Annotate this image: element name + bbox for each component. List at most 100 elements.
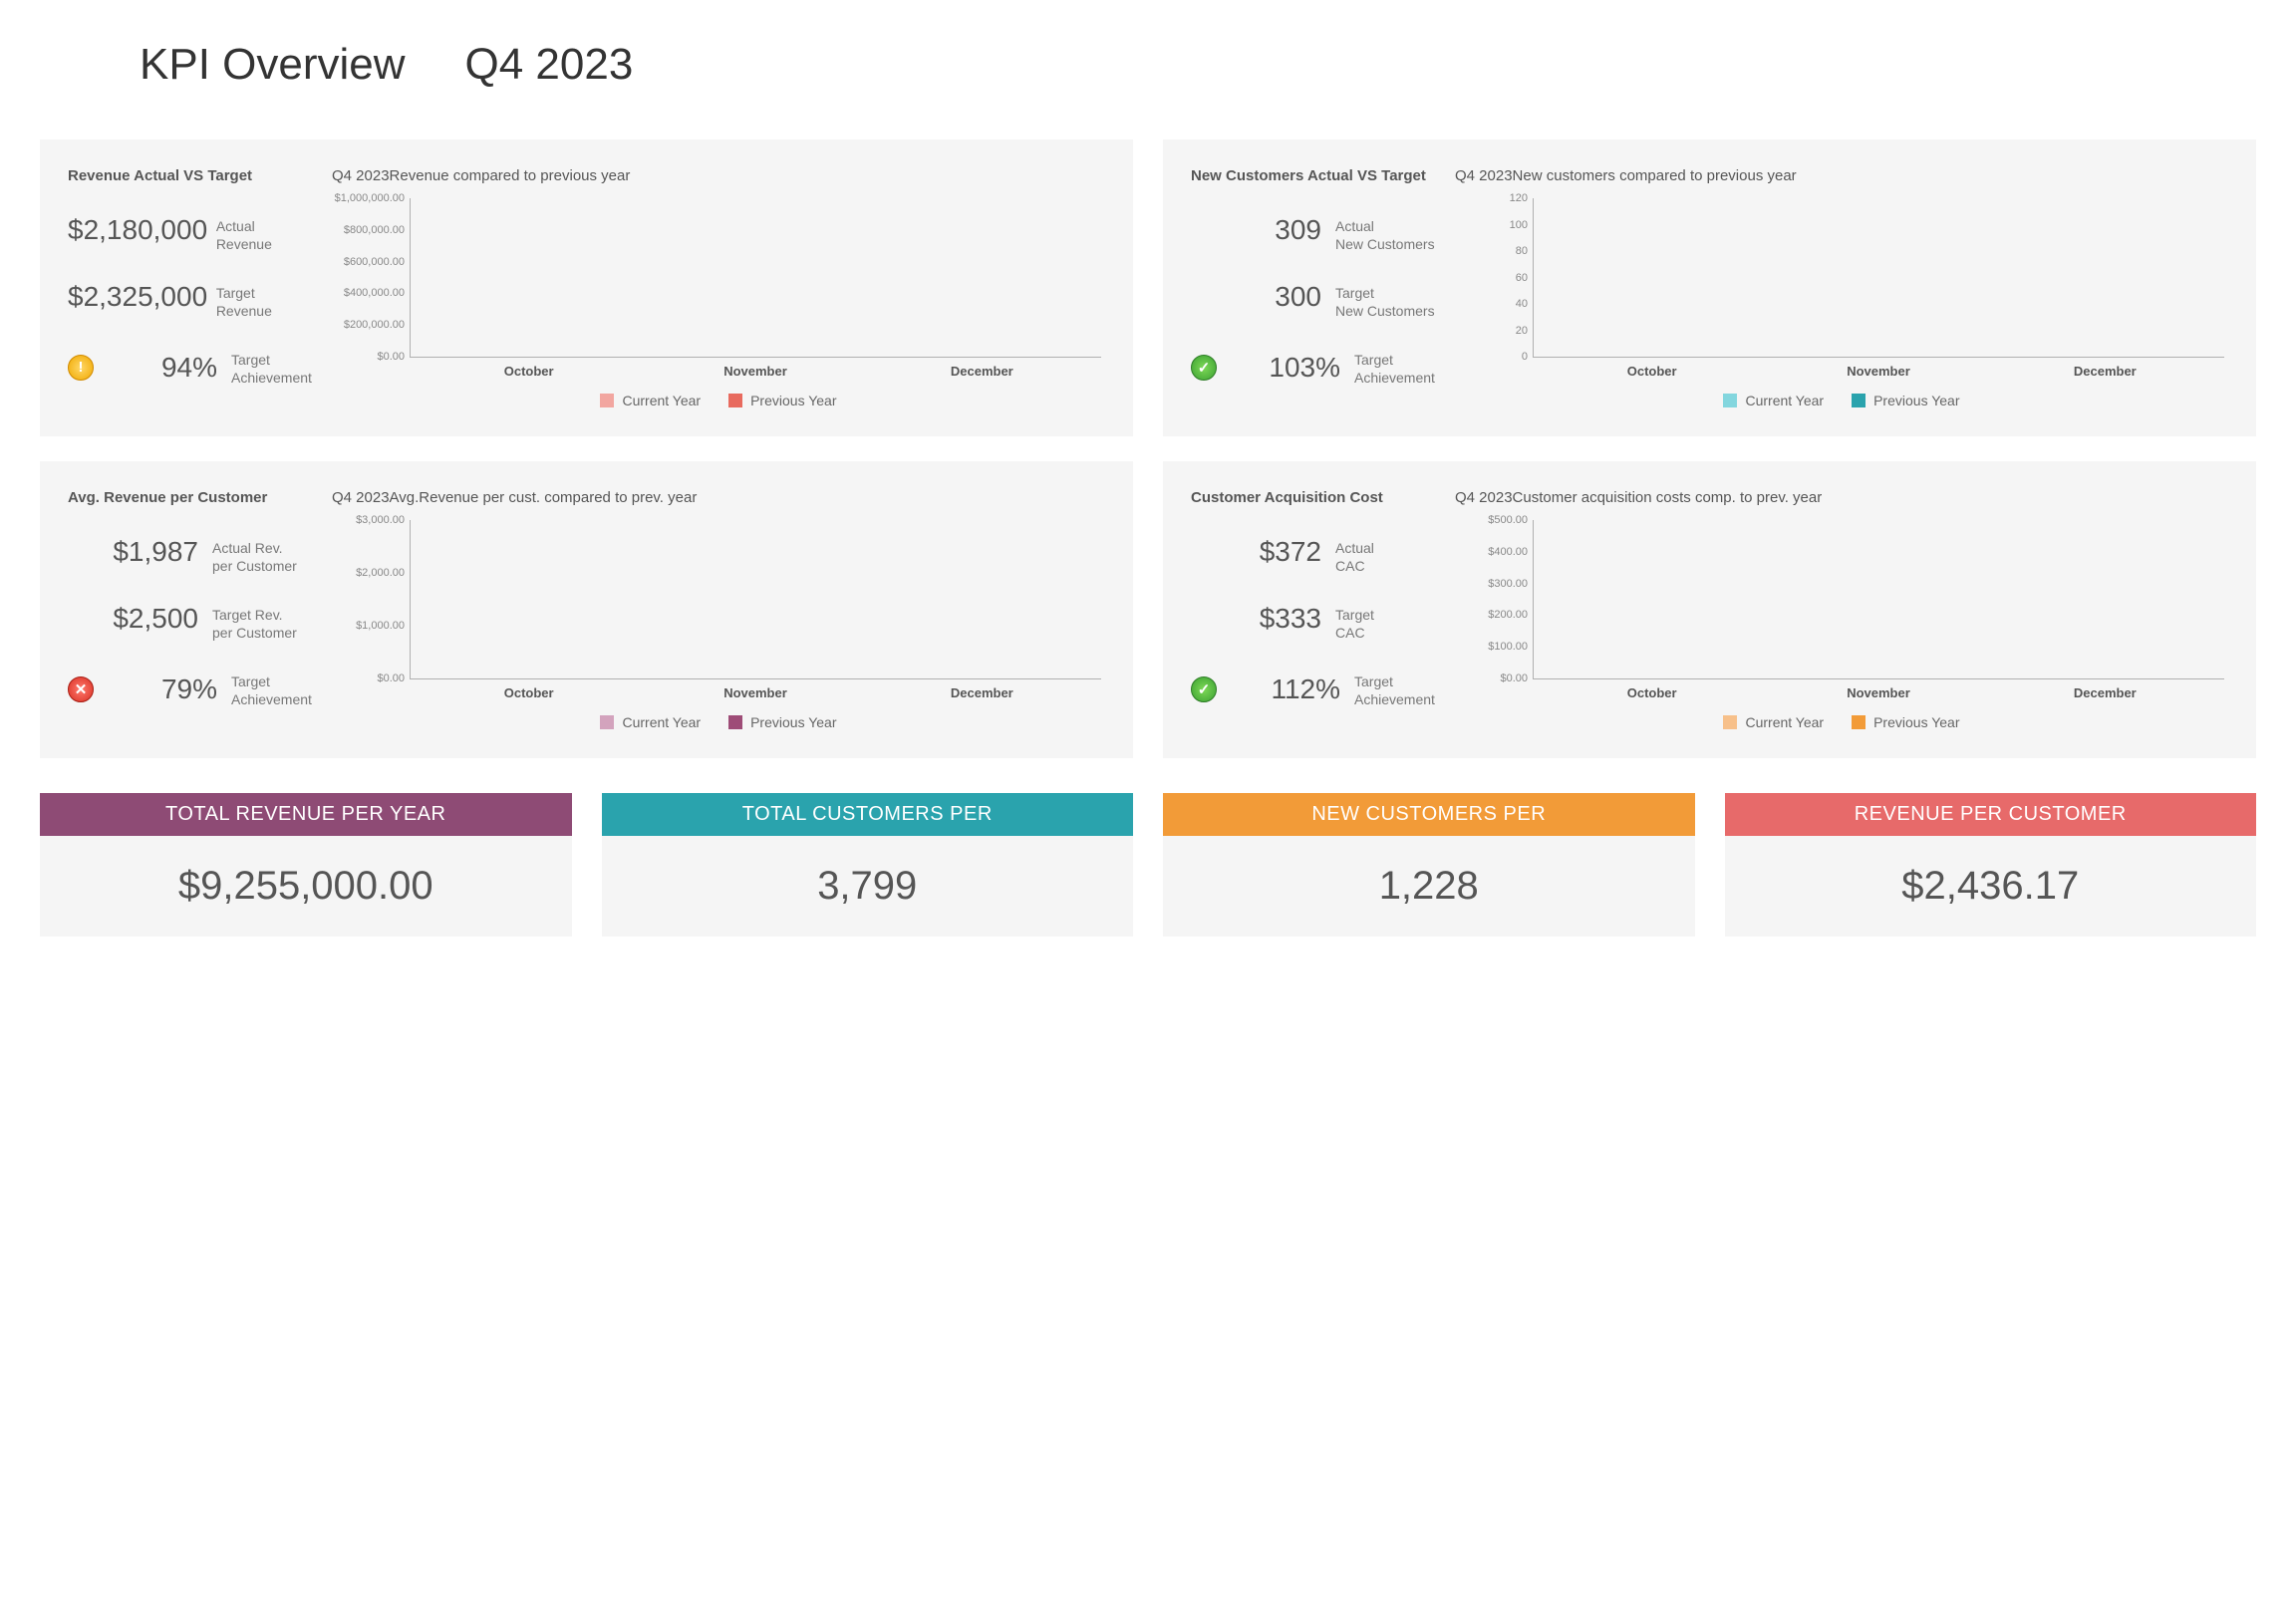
chart-title: Q4 2023Customer acquisition costs comp. … <box>1455 489 2228 506</box>
status-bad-icon: ✕ <box>68 676 94 702</box>
x-category-label: October <box>494 364 564 379</box>
kpi-panel-arpc: Avg. Revenue per Customer Q4 2023Avg.Reve… <box>40 461 1133 758</box>
metric-actual-label: ActualCAC <box>1335 536 1435 575</box>
y-tick: $500.00 <box>1454 514 1528 526</box>
y-tick: $1,000,000.00 <box>331 192 405 204</box>
y-tick: 80 <box>1454 245 1528 257</box>
legend-item: Previous Year <box>1852 714 1959 730</box>
page-period: Q4 2023 <box>465 40 634 90</box>
legend-item: Current Year <box>1723 393 1824 408</box>
legend-swatch <box>1852 715 1866 729</box>
legend-swatch <box>600 394 614 407</box>
page-title: KPI Overview <box>140 40 406 90</box>
panel-title: Customer Acquisition Cost <box>1191 489 1435 506</box>
legend-label: Previous Year <box>750 714 836 730</box>
panel-title: Avg. Revenue per Customer <box>68 489 312 506</box>
x-category-label: December <box>2070 685 2140 700</box>
total-card: TOTAL REVENUE PER YEAR$9,255,000.00 <box>40 793 572 937</box>
panel-title: Revenue Actual VS Target <box>68 167 312 184</box>
legend-swatch <box>728 715 742 729</box>
metric-target-label: Target Rev.per Customer <box>212 603 312 642</box>
metric-actual-label: ActualNew Customers <box>1335 214 1435 253</box>
y-tick: $1,000.00 <box>331 620 405 632</box>
legend-label: Previous Year <box>1873 714 1959 730</box>
metric-actual-label: Actual Rev.per Customer <box>212 536 312 575</box>
y-tick: $800,000.00 <box>331 224 405 236</box>
metric-achievement-label: TargetAchievement <box>231 348 312 387</box>
metric-target-value: $2,500 <box>89 603 198 635</box>
metrics-block: $2,180,000ActualRevenue$2,325,000TargetR… <box>68 184 312 414</box>
legend-swatch <box>1723 715 1737 729</box>
y-tick: 0 <box>1454 351 1528 363</box>
y-tick: $600,000.00 <box>331 256 405 268</box>
chart-title: Q4 2023Avg.Revenue per cust. compared to… <box>332 489 1105 506</box>
legend-item: Current Year <box>1723 714 1824 730</box>
x-category-label: October <box>494 685 564 700</box>
metric-actual-value: $372 <box>1212 536 1321 568</box>
metric-actual-value: 309 <box>1212 214 1321 246</box>
x-category-label: December <box>947 364 1016 379</box>
legend-swatch <box>600 715 614 729</box>
metrics-block: 309 ActualNew Customers 300 TargetNew Custo… <box>1191 184 1435 414</box>
total-card-value: 3,799 <box>602 836 1134 937</box>
metric-target-label: TargetRevenue <box>216 281 312 320</box>
total-card-label: NEW CUSTOMERS PER <box>1163 793 1695 836</box>
legend-item: Current Year <box>600 714 701 730</box>
total-card: TOTAL CUSTOMERS PER3,799 <box>602 793 1134 937</box>
chart-cac: $0.00$100.00$200.00$300.00$400.00$500.00… <box>1455 506 2228 736</box>
y-tick: $100.00 <box>1454 641 1528 653</box>
chart-title: Q4 2023Revenue compared to previous year <box>332 167 1105 184</box>
total-card-label: TOTAL REVENUE PER YEAR <box>40 793 572 836</box>
legend-swatch <box>1723 394 1737 407</box>
x-category-label: October <box>1617 685 1687 700</box>
x-category-label: November <box>1844 364 1913 379</box>
y-tick: $400.00 <box>1454 546 1528 558</box>
legend-swatch <box>1852 394 1866 407</box>
x-category-label: December <box>2070 364 2140 379</box>
y-tick: $3,000.00 <box>331 514 405 526</box>
x-category-label: November <box>720 364 790 379</box>
chart-title: Q4 2023New customers compared to previou… <box>1455 167 2228 184</box>
status-warn-icon: ! <box>68 355 94 381</box>
total-card-value: 1,228 <box>1163 836 1695 937</box>
x-category-label: October <box>1617 364 1687 379</box>
total-card: NEW CUSTOMERS PER1,228 <box>1163 793 1695 937</box>
y-tick: $0.00 <box>331 351 405 363</box>
legend-item: Previous Year <box>1852 393 1959 408</box>
chart-revenue: $0.00$200,000.00$400,000.00$600,000.00$8… <box>332 184 1105 414</box>
y-tick: 100 <box>1454 219 1528 231</box>
legend-label: Previous Year <box>1873 393 1959 408</box>
metric-achievement-label: TargetAchievement <box>231 670 312 708</box>
legend-label: Current Year <box>1745 714 1824 730</box>
kpi-panel-cac: Customer Acquisition Cost Q4 2023Customer… <box>1163 461 2256 758</box>
legend-swatch <box>728 394 742 407</box>
metric-achievement-label: TargetAchievement <box>1354 670 1435 708</box>
chart-new_customers: 020406080100120OctoberNovemberDecemberCu… <box>1455 184 2228 414</box>
y-tick: 120 <box>1454 192 1528 204</box>
metric-achievement-value: 112% <box>1231 673 1340 705</box>
legend-item: Previous Year <box>728 393 836 408</box>
total-card: REVENUE PER CUSTOMER$2,436.17 <box>1725 793 2257 937</box>
kpi-panel-new_customers: New Customers Actual VS Target Q4 2023New… <box>1163 139 2256 436</box>
metric-achievement-value: 103% <box>1231 352 1340 384</box>
metric-actual-value: $1,987 <box>89 536 198 568</box>
page-header: KPI Overview Q4 2023 <box>40 40 2256 90</box>
y-tick: $200.00 <box>1454 609 1528 621</box>
x-category-label: December <box>947 685 1016 700</box>
total-card-label: REVENUE PER CUSTOMER <box>1725 793 2257 836</box>
metrics-block: $372ActualCAC$333TargetCAC✓112%TargetAch… <box>1191 506 1435 736</box>
y-tick: 60 <box>1454 272 1528 284</box>
y-tick: 20 <box>1454 325 1528 337</box>
metric-target-label: TargetNew Customers <box>1335 281 1435 320</box>
total-card-value: $2,436.17 <box>1725 836 2257 937</box>
totals-row: TOTAL REVENUE PER YEAR$9,255,000.00TOTAL… <box>40 793 2256 937</box>
metric-target-value: 300 <box>1212 281 1321 313</box>
legend-label: Current Year <box>1745 393 1824 408</box>
metric-target-value: $2,325,000 <box>68 281 202 313</box>
legend-item: Previous Year <box>728 714 836 730</box>
panel-title: New Customers Actual VS Target <box>1191 167 1435 184</box>
metric-actual-label: ActualRevenue <box>216 214 312 253</box>
kpi-panel-revenue: Revenue Actual VS Target Q4 2023Revenue c… <box>40 139 1133 436</box>
metrics-block: $1,987 Actual Rev.per Customer $2,500 Targe… <box>68 506 312 736</box>
status-ok-icon: ✓ <box>1191 355 1217 381</box>
